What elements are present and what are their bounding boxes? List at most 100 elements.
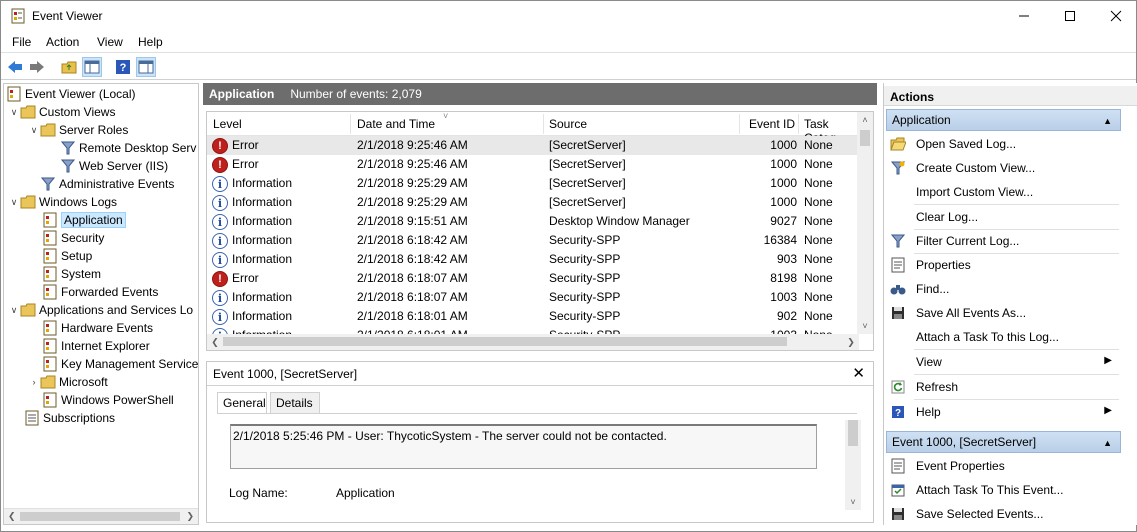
action-attach-task-to-log[interactable]: Attach a Task To this Log... [890, 326, 1120, 348]
back-icon[interactable] [5, 57, 25, 77]
close-detail-icon[interactable]: ✕ [852, 364, 865, 382]
action-refresh[interactable]: Refresh [890, 376, 1120, 398]
level-cell: Information [232, 176, 293, 190]
tree-item-system[interactable]: System [42, 265, 101, 283]
scrollbar-thumb[interactable] [860, 130, 870, 146]
show-hide-console-tree-icon[interactable] [82, 57, 102, 77]
close-button[interactable] [1093, 1, 1137, 31]
event-detail-title: Event 1000, [SecretServer] [213, 367, 358, 381]
scroll-right-icon[interactable]: ❯ [186, 511, 194, 522]
action-save-selected-events[interactable]: Save Selected Events... [890, 503, 1120, 525]
tab-general[interactable]: General [217, 392, 267, 414]
tree-item-server-roles[interactable]: ∨ Server Roles [28, 121, 129, 139]
tree-item-applications-and-services[interactable]: ∨ Applications and Services Lo [8, 301, 193, 319]
collapsed-chevron-icon[interactable]: › [28, 377, 40, 387]
forward-icon[interactable] [27, 57, 47, 77]
level-cell: Information [232, 233, 293, 247]
tree-item-setup[interactable]: Setup [42, 247, 92, 265]
action-help[interactable]: ? Help ▶ [890, 401, 1120, 423]
expanded-chevron-icon[interactable]: ∨ [8, 197, 20, 208]
tree-horizontal-scrollbar[interactable]: ❮ ❯ [4, 508, 198, 524]
detail-vertical-scrollbar[interactable]: ˅ [845, 420, 861, 510]
tree-item-web-server[interactable]: Web Server (IIS) [60, 157, 168, 175]
table-row[interactable]: i Information 2/1/2018 6:18:07 AM Security-… [207, 288, 859, 307]
tree-item-windows-powershell[interactable]: Windows PowerShell [42, 391, 174, 409]
tree-label: Event Viewer (Local) [25, 87, 136, 101]
table-row[interactable]: ! Error 2/1/2018 9:25:46 AM [SecretServer] 1… [207, 155, 859, 174]
tree-item-administrative-events[interactable]: Administrative Events [40, 175, 174, 193]
tree-label: Server Roles [59, 123, 129, 137]
action-open-saved-log[interactable]: Open Saved Log... [890, 133, 1120, 155]
tree-item-subscriptions[interactable]: Subscriptions [24, 409, 115, 427]
action-attach-task-to-event[interactable]: Attach Task To This Event... [890, 479, 1120, 501]
table-row[interactable]: i Information 2/1/2018 9:25:29 AM [SecretSe… [207, 193, 859, 212]
scrollbar-thumb[interactable] [848, 420, 858, 446]
tree-item-remote-desktop[interactable]: Remote Desktop Serv [60, 139, 196, 157]
table-row[interactable]: i Information 2/1/2018 9:25:29 AM [SecretSe… [207, 174, 859, 193]
scroll-down-icon[interactable]: ˅ [857, 318, 873, 334]
minimize-button[interactable] [1001, 1, 1047, 31]
help-icon[interactable]: ? [113, 57, 133, 77]
menu-file[interactable]: File [12, 35, 31, 49]
expanded-chevron-icon[interactable]: ∨ [28, 125, 40, 136]
scrollbar-thumb[interactable] [20, 512, 180, 521]
actions-section-application[interactable]: Application ▲ [886, 109, 1121, 131]
actions-pane: Actions Application ▲ Open Saved Log... … [883, 83, 1137, 525]
table-row[interactable]: i Information 2/1/2018 9:15:51 AM Desktop W… [207, 212, 859, 231]
show-hide-action-pane-icon[interactable] [136, 57, 156, 77]
tree-item-custom-views[interactable]: ∨ Custom Views [8, 103, 116, 121]
scroll-up-icon[interactable]: ˄ [857, 112, 873, 128]
scroll-right-icon[interactable]: ❯ [843, 334, 859, 350]
table-row[interactable]: i Information 2/1/2018 6:18:42 AM Security-… [207, 250, 859, 269]
collapse-section-icon[interactable]: ▲ [1103, 116, 1112, 126]
table-horizontal-scrollbar[interactable]: ❮ ❯ [207, 334, 859, 350]
tree-item-microsoft[interactable]: › Microsoft [28, 373, 108, 391]
scrollbar-thumb[interactable] [223, 337, 787, 346]
scroll-down-icon[interactable]: ˅ [845, 494, 861, 510]
maximize-button[interactable] [1047, 1, 1093, 31]
actions-section-event[interactable]: Event 1000, [SecretServer] ▲ [886, 431, 1121, 453]
action-view[interactable]: View ▶ [890, 351, 1120, 373]
expanded-chevron-icon[interactable]: ∨ [8, 107, 20, 118]
tab-details[interactable]: Details [270, 392, 320, 414]
scroll-left-icon[interactable]: ❮ [207, 334, 223, 350]
event-description[interactable]: 2/1/2018 5:25:46 PM - User: ThycoticSyst… [230, 424, 817, 469]
tree-item-application[interactable]: Application [42, 211, 126, 229]
action-save-all-events[interactable]: Save All Events As... [890, 302, 1120, 324]
menu-view[interactable]: View [97, 35, 123, 49]
tree-item-windows-logs[interactable]: ∨ Windows Logs [8, 193, 117, 211]
expanded-chevron-icon[interactable]: ∨ [8, 305, 20, 316]
scroll-left-icon[interactable]: ❮ [8, 511, 16, 522]
tree-item-security[interactable]: Security [42, 229, 104, 247]
table-row[interactable]: i Information 2/1/2018 6:18:01 AM Security-… [207, 307, 859, 326]
tree-item-key-management-service[interactable]: Key Management Service [42, 355, 198, 373]
column-header-source[interactable]: Source [549, 117, 587, 131]
action-filter-current-log[interactable]: Filter Current Log... [890, 230, 1120, 252]
menu-action[interactable]: Action [46, 35, 79, 49]
tree-item-forwarded-events[interactable]: Forwarded Events [42, 283, 158, 301]
tree-item-hardware-events[interactable]: Hardware Events [42, 319, 153, 337]
actions-vertical-scrollbar[interactable] [1121, 107, 1137, 525]
actions-header: Actions [884, 86, 1137, 106]
action-properties[interactable]: Properties [890, 254, 1120, 276]
table-vertical-scrollbar[interactable]: ˄ ˅ [857, 112, 873, 334]
action-clear-log[interactable]: Clear Log... [890, 206, 1120, 228]
up-folder-icon[interactable] [59, 57, 79, 77]
level-cell: Information [232, 309, 293, 323]
column-header-date-time[interactable]: Date and Time [357, 117, 435, 131]
tree-item-root[interactable]: Event Viewer (Local) [6, 85, 136, 103]
action-import-custom-view[interactable]: Import Custom View... [890, 181, 1120, 203]
collapse-section-icon[interactable]: ▲ [1103, 438, 1112, 448]
tree-item-internet-explorer[interactable]: Internet Explorer [42, 337, 150, 355]
level-cell: Information [232, 290, 293, 304]
table-row[interactable]: ! Error 2/1/2018 9:25:46 AM [SecretServer] 1… [207, 136, 859, 155]
action-find[interactable]: Find... [890, 278, 1120, 300]
column-header-level[interactable]: Level [213, 117, 242, 131]
menu-help[interactable]: Help [138, 35, 163, 49]
table-row[interactable]: ! Error 2/1/2018 6:18:07 AM Security-SPP 819… [207, 269, 859, 288]
column-header-event-id[interactable]: Event ID [749, 117, 795, 131]
action-event-properties[interactable]: Event Properties [890, 455, 1120, 477]
table-row[interactable]: i Information 2/1/2018 6:18:42 AM Security-… [207, 231, 859, 250]
action-create-custom-view[interactable]: Create Custom View... [890, 157, 1120, 179]
title-bar: Event Viewer [1, 1, 1136, 31]
